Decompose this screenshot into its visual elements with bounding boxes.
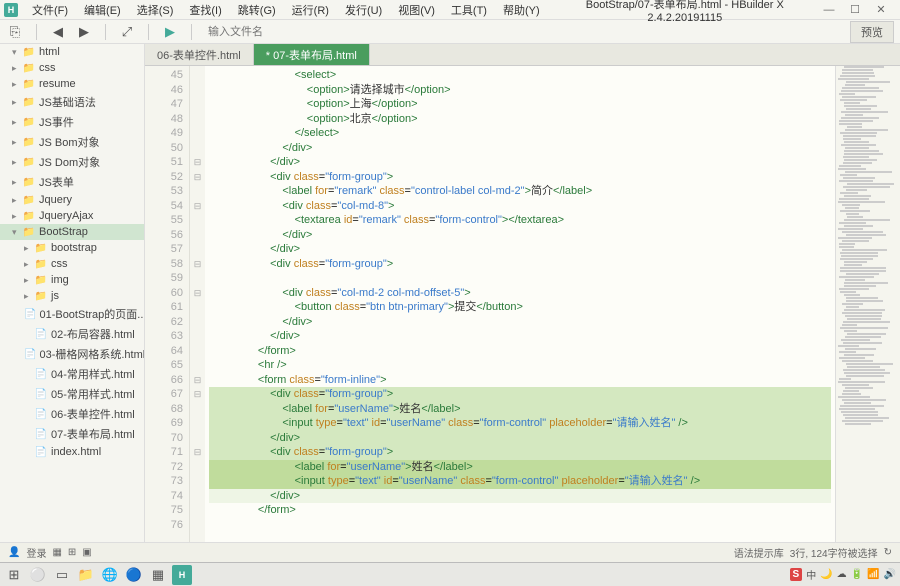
code-editor[interactable]: 4546474849505152535455565758596061626364… <box>145 66 900 542</box>
line-gutter: 4546474849505152535455565758596061626364… <box>145 66 190 542</box>
app-icon-2[interactable]: ▦ <box>148 565 168 585</box>
file-item[interactable]: 03-栅格网格系统.html <box>0 344 144 364</box>
tray-icon-3[interactable]: ☁ <box>837 569 847 580</box>
menu-item[interactable]: 跳转(G) <box>230 2 284 18</box>
folder-item[interactable]: ▾BootStrap <box>0 224 144 240</box>
tray-icon-1[interactable]: 中 <box>806 567 816 582</box>
minimize-button[interactable]: — <box>822 3 836 17</box>
folder-item[interactable]: ▸Jquery <box>0 192 144 208</box>
tray-icon-6[interactable]: 🔊 <box>884 569 896 580</box>
hbuilder-taskbar-icon[interactable]: H <box>172 565 192 585</box>
status-icon2[interactable]: ⊞ <box>68 547 76 558</box>
code-lines[interactable]: <select> <option>请选择城市</option> <option>… <box>205 66 835 542</box>
file-item[interactable]: index.html <box>0 444 144 460</box>
folder-item[interactable]: ▸JS基础语法 <box>0 92 144 112</box>
file-item[interactable]: 02-布局容器.html <box>0 324 144 344</box>
back-button[interactable]: ◀ <box>49 23 67 41</box>
selection-info: 3行, 124字符被选择 <box>790 545 878 560</box>
explorer-icon[interactable]: 📁 <box>76 565 96 585</box>
folder-item[interactable]: ▸js <box>0 288 144 304</box>
file-item[interactable]: 01-BootStrap的页面... <box>0 304 144 324</box>
menu-item[interactable]: 视图(V) <box>390 2 443 18</box>
window-title: BootStrap/07-表单布局.html - HBuilder X 2.4.… <box>548 0 822 24</box>
system-tray[interactable]: S 中 🌙 ☁ 🔋 📶 🔊 <box>790 567 896 582</box>
editor-tab[interactable]: 06-表单控件.html <box>145 44 254 65</box>
menu-item[interactable]: 选择(S) <box>129 2 182 18</box>
fold-gutter[interactable]: ⊟⊟⊟⊟⊟⊟⊟⊟ <box>190 66 205 542</box>
file-item[interactable]: 04-常用样式.html <box>0 364 144 384</box>
folder-item[interactable]: ▸img <box>0 272 144 288</box>
toolbar: ⎘ ◀ ▶ ⤢ ▶ 预览 <box>0 20 900 44</box>
ime-icon[interactable]: S <box>790 568 803 581</box>
tray-icon-4[interactable]: 🔋 <box>851 569 863 580</box>
sync-icon[interactable]: ↻ <box>884 547 892 558</box>
editor-area: 06-表单控件.html* 07-表单布局.html 4546474849505… <box>145 44 900 542</box>
expand-button[interactable]: ⤢ <box>118 23 136 41</box>
menu-item[interactable]: 帮助(Y) <box>495 2 548 18</box>
menu-item[interactable]: 运行(R) <box>284 2 337 18</box>
folder-item[interactable]: ▸css <box>0 256 144 272</box>
editor-tab[interactable]: * 07-表单布局.html <box>254 44 370 65</box>
file-item[interactable]: 05-常用样式.html <box>0 384 144 404</box>
app-icon: H <box>4 3 18 17</box>
edge-icon[interactable]: 🌐 <box>100 565 120 585</box>
terminal-icon[interactable]: ▣ <box>82 547 91 558</box>
syntax-hint[interactable]: 语法提示库 <box>734 545 784 560</box>
file-item[interactable]: 06-表单控件.html <box>0 404 144 424</box>
project-sidebar[interactable]: ▾html▸css▸resume▸JS基础语法▸JS事件▸JS Bom对象▸JS… <box>0 44 145 542</box>
folder-item[interactable]: ▸bootstrap <box>0 240 144 256</box>
menu-item[interactable]: 文件(F) <box>24 2 76 18</box>
folder-item[interactable]: ▸resume <box>0 76 144 92</box>
window-controls: — ☐ ✕ <box>822 3 896 17</box>
chrome-icon[interactable]: 🔵 <box>124 565 144 585</box>
close-button[interactable]: ✕ <box>874 3 888 17</box>
menu-item[interactable]: 编辑(E) <box>76 2 129 18</box>
menu-item[interactable]: 发行(U) <box>337 2 390 18</box>
new-file-button[interactable]: ⎘ <box>6 23 24 41</box>
tray-icon-2[interactable]: 🌙 <box>820 569 832 580</box>
folder-item[interactable]: ▸JS事件 <box>0 112 144 132</box>
folder-item[interactable]: ▸JS表单 <box>0 172 144 192</box>
preview-button[interactable]: 预览 <box>850 21 894 43</box>
minimap[interactable] <box>835 66 900 542</box>
folder-item[interactable]: ▸JqueryAjax <box>0 208 144 224</box>
menu-item[interactable]: 工具(T) <box>443 2 495 18</box>
editor-tabs: 06-表单控件.html* 07-表单布局.html <box>145 44 900 66</box>
tray-icon-5[interactable]: 📶 <box>867 569 879 580</box>
start-button[interactable]: ⊞ <box>4 565 24 585</box>
file-search-input[interactable] <box>204 24 354 40</box>
menubar: H 文件(F)编辑(E)选择(S)查找(I)跳转(G)运行(R)发行(U)视图(… <box>0 0 900 20</box>
task-view-icon[interactable]: ▭ <box>52 565 72 585</box>
maximize-button[interactable]: ☐ <box>848 3 862 17</box>
folder-item[interactable]: ▸JS Dom对象 <box>0 152 144 172</box>
status-icon[interactable]: ▦ <box>52 547 61 558</box>
folder-item[interactable]: ▸JS Bom对象 <box>0 132 144 152</box>
forward-button[interactable]: ▶ <box>75 23 93 41</box>
folder-item[interactable]: ▸css <box>0 60 144 76</box>
login-label[interactable]: 登录 <box>26 545 46 560</box>
search-icon[interactable]: ⚪ <box>28 565 48 585</box>
run-button[interactable]: ▶ <box>161 23 179 41</box>
file-item[interactable]: 07-表单布局.html <box>0 424 144 444</box>
statusbar: 👤 登录 ▦ ⊞ ▣ 语法提示库 3行, 124字符被选择 ↻ <box>0 542 900 562</box>
taskbar: ⊞ ⚪ ▭ 📁 🌐 🔵 ▦ H S 中 🌙 ☁ 🔋 📶 🔊 <box>0 562 900 586</box>
user-icon[interactable]: 👤 <box>8 547 20 558</box>
menu-item[interactable]: 查找(I) <box>181 2 229 18</box>
folder-item[interactable]: ▾html <box>0 44 144 60</box>
